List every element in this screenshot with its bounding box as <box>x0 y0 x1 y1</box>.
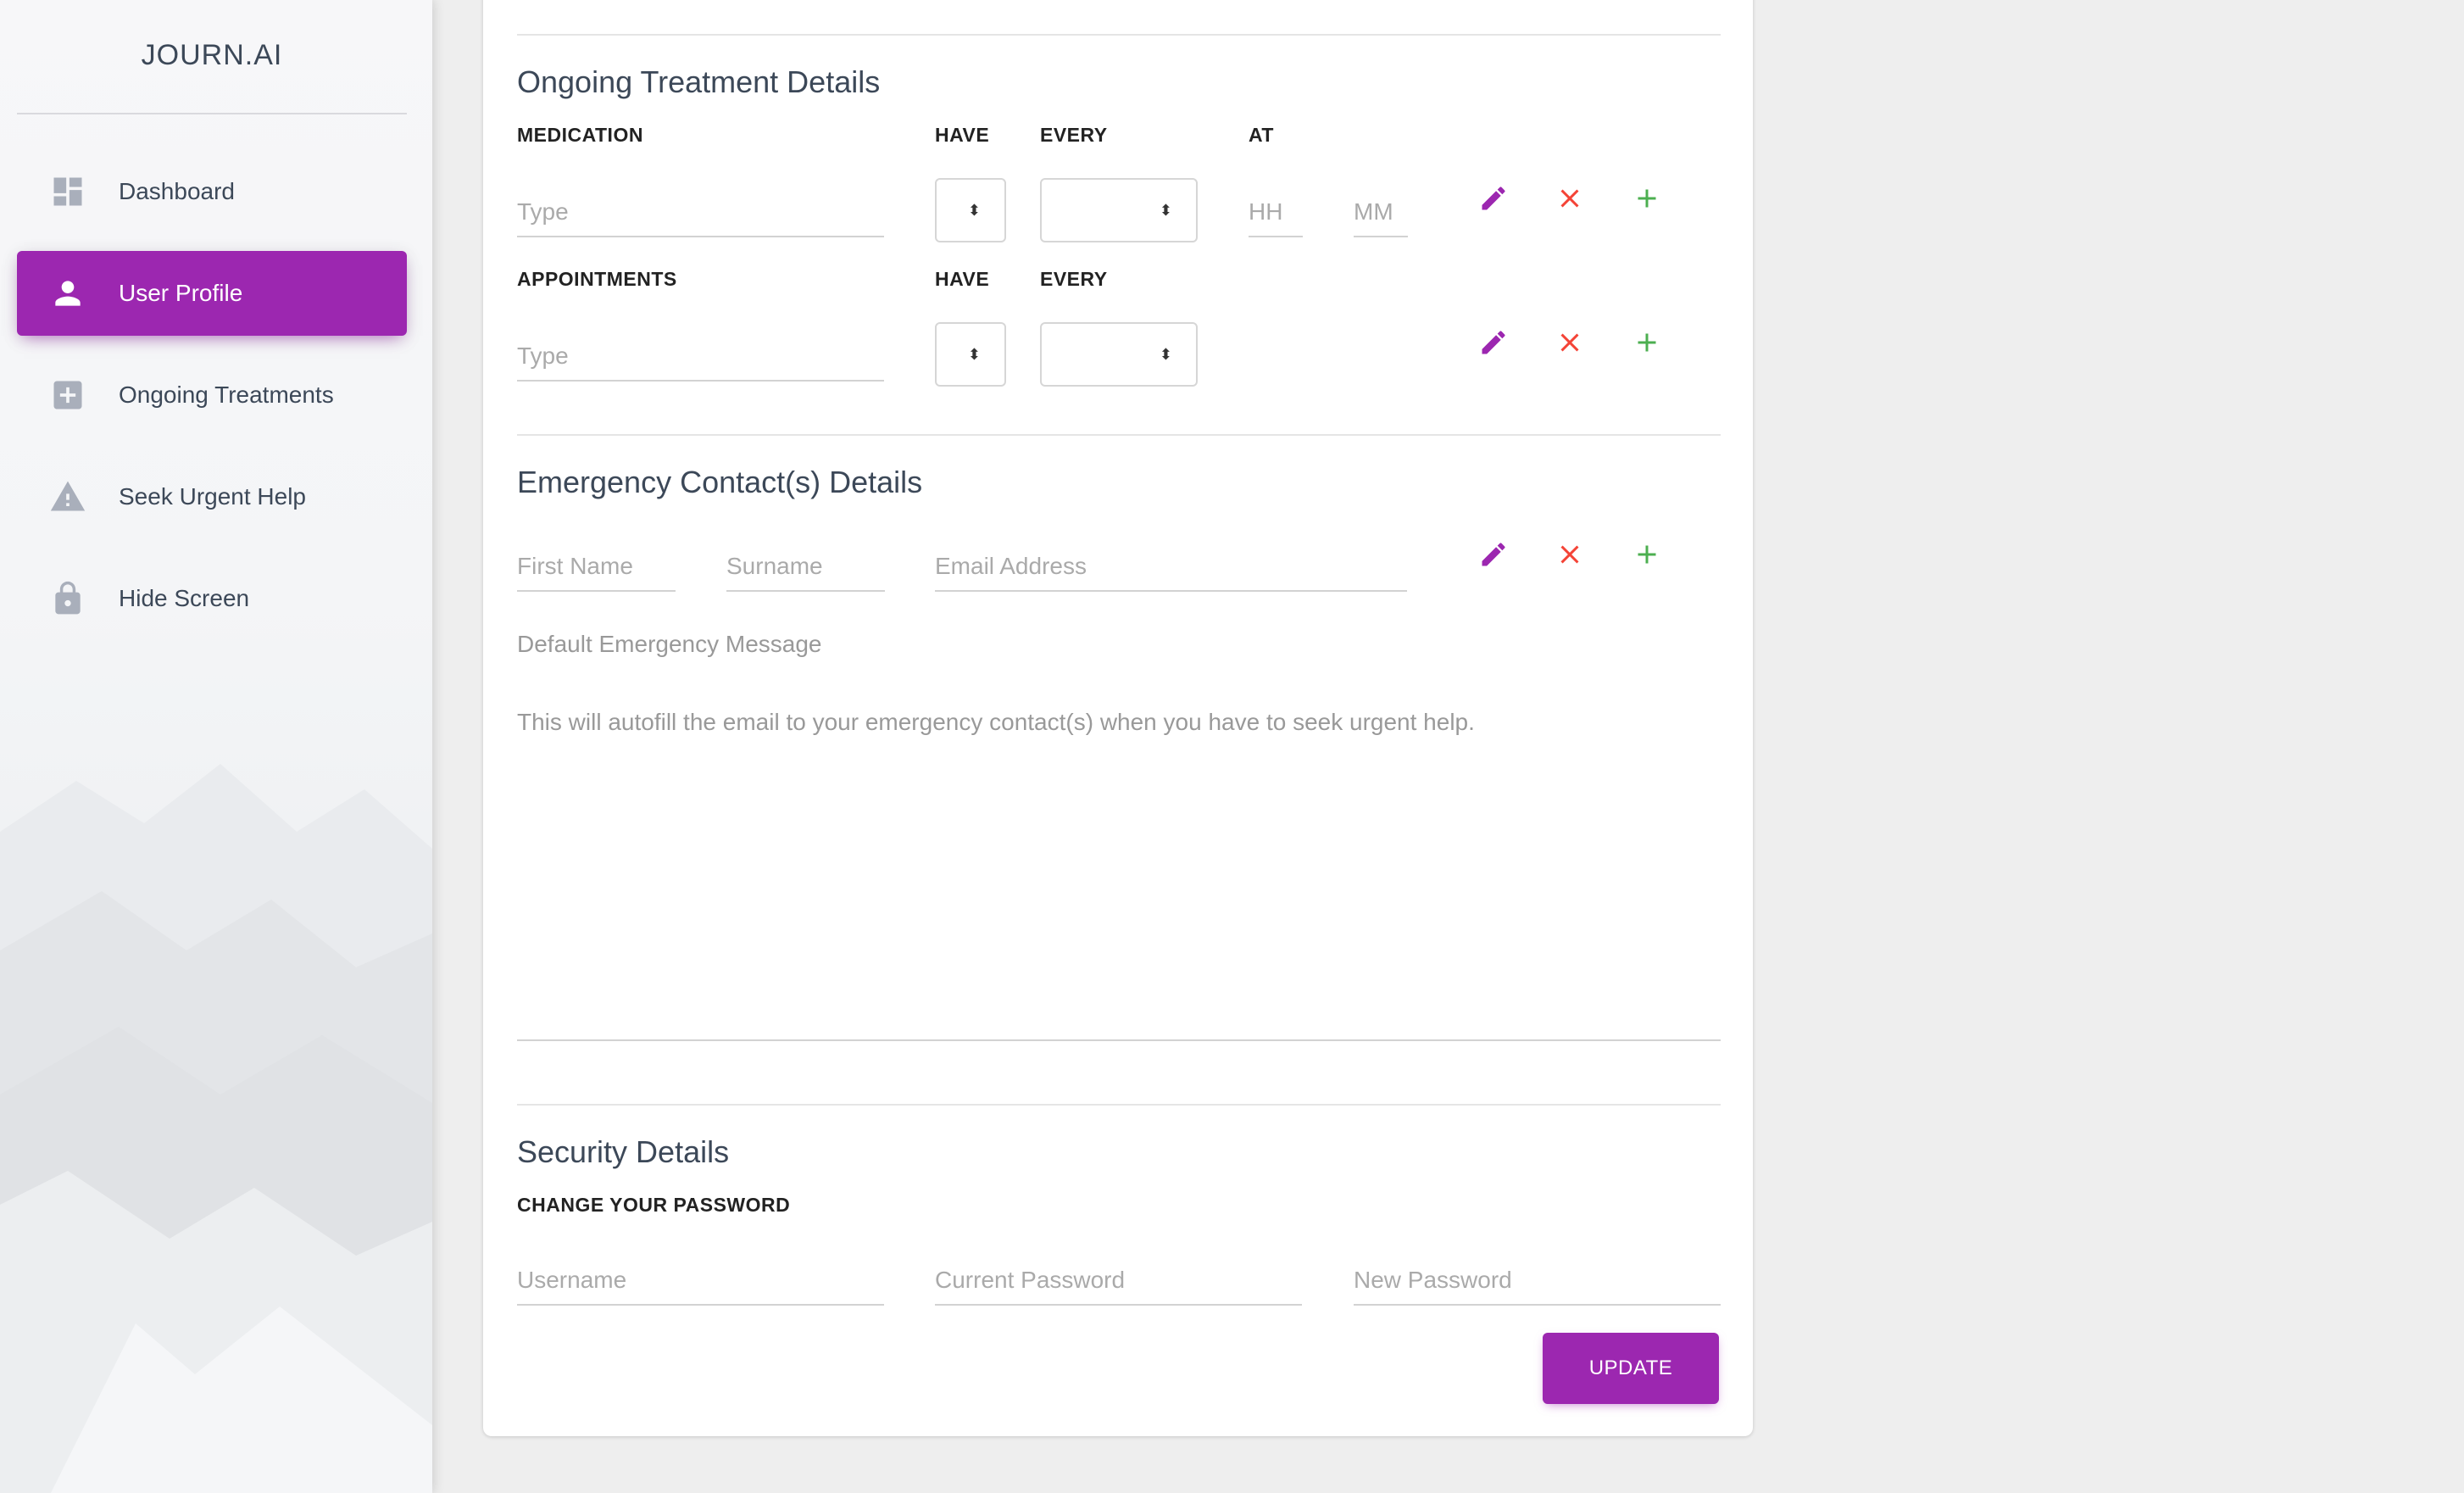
appointments-have-label: HAVE <box>935 268 990 290</box>
sort-arrows-icon: ⬍ <box>967 345 981 363</box>
emergency-message-label: Default Emergency Message <box>517 631 822 657</box>
security-section-title: Security Details <box>517 1134 730 1169</box>
sidebar-item-seek-urgent-help[interactable]: Seek Urgent Help <box>17 454 407 539</box>
first-name-input[interactable]: First Name <box>517 543 676 592</box>
edit-appointment-button[interactable] <box>1472 321 1515 364</box>
plus-icon <box>1638 189 1656 208</box>
appointment-have-select[interactable]: ⬍ <box>935 322 1006 387</box>
edit-contact-button[interactable] <box>1472 533 1515 576</box>
plus-icon <box>1638 333 1656 352</box>
delete-medication-button[interactable] <box>1549 177 1591 220</box>
username-input[interactable]: Username <box>517 1256 884 1306</box>
sidebar-item-user-profile[interactable]: User Profile <box>17 251 407 336</box>
close-icon <box>1560 545 1579 564</box>
medication-every-select[interactable]: ⬍ <box>1040 178 1198 242</box>
brand-logo[interactable]: JOURN.AI <box>17 25 407 112</box>
plus-icon <box>1638 545 1656 564</box>
edit-medication-button[interactable] <box>1472 177 1515 220</box>
warning-icon <box>17 478 119 515</box>
medication-minute-input[interactable]: MM <box>1354 188 1408 237</box>
medication-have-select[interactable]: ⬍ <box>935 178 1006 242</box>
delete-contact-button[interactable] <box>1549 533 1591 576</box>
appointment-every-select[interactable]: ⬍ <box>1040 322 1198 387</box>
dashboard-icon <box>17 173 119 210</box>
emergency-message-placeholder: This will autofill the email to your eme… <box>517 709 1475 735</box>
section-divider <box>517 434 1721 436</box>
sort-arrows-icon: ⬍ <box>967 201 981 219</box>
section-divider <box>517 34 1721 36</box>
treatment-section-title: Ongoing Treatment Details <box>517 64 881 99</box>
sort-arrows-icon: ⬍ <box>1159 201 1172 219</box>
medication-type-input[interactable]: Type <box>517 188 884 237</box>
sidebar-background-image <box>0 764 432 1493</box>
emergency-message-textarea[interactable]: This will autofill the email to your eme… <box>517 695 1721 1041</box>
sidebar-item-dashboard[interactable]: Dashboard <box>17 149 407 234</box>
sidebar-item-label: Hide Screen <box>119 585 250 611</box>
emergency-section-title: Emergency Contact(s) Details <box>517 465 923 499</box>
sidebar-item-label: User Profile <box>119 280 243 306</box>
add-medication-button[interactable] <box>1626 177 1668 220</box>
medication-label: MEDICATION <box>517 124 643 146</box>
pencil-icon <box>1482 187 1505 210</box>
update-button[interactable]: UPDATE <box>1543 1333 1719 1404</box>
sidebar: JOURN.AI Dashboard User Profile Ongoing … <box>0 0 432 1493</box>
appointments-every-label: EVERY <box>1040 268 1108 290</box>
sidebar-item-label: Seek Urgent Help <box>119 483 307 510</box>
sidebar-item-hide-screen[interactable]: Hide Screen <box>17 556 407 641</box>
medication-have-label: HAVE <box>935 124 990 146</box>
close-icon <box>1560 189 1579 208</box>
section-divider <box>517 1104 1721 1106</box>
medication-hour-input[interactable]: HH <box>1249 188 1303 237</box>
change-password-label: CHANGE YOUR PASSWORD <box>517 1194 791 1216</box>
close-icon <box>1560 333 1579 352</box>
surname-input[interactable]: Surname <box>726 543 885 592</box>
appointment-type-input[interactable]: Type <box>517 332 884 382</box>
sidebar-item-ongoing-treatments[interactable]: Ongoing Treatments <box>17 353 407 437</box>
appointments-label: APPOINTMENTS <box>517 268 677 290</box>
pencil-icon <box>1482 543 1505 566</box>
brand-divider <box>17 113 407 114</box>
person-icon <box>17 275 119 312</box>
email-address-input[interactable]: Email Address <box>935 543 1407 592</box>
sidebar-item-label: Ongoing Treatments <box>119 382 334 408</box>
current-password-input[interactable]: Current Password <box>935 1256 1302 1306</box>
medical-plus-icon <box>17 376 119 414</box>
add-contact-button[interactable] <box>1626 533 1668 576</box>
add-appointment-button[interactable] <box>1626 321 1668 364</box>
sort-arrows-icon: ⬍ <box>1159 345 1172 363</box>
lock-icon <box>17 580 119 617</box>
new-password-input[interactable]: New Password <box>1354 1256 1721 1306</box>
medication-at-label: AT <box>1249 124 1274 146</box>
sidebar-item-label: Dashboard <box>119 178 235 204</box>
pencil-icon <box>1482 331 1505 354</box>
medication-every-label: EVERY <box>1040 124 1108 146</box>
delete-appointment-button[interactable] <box>1549 321 1591 364</box>
